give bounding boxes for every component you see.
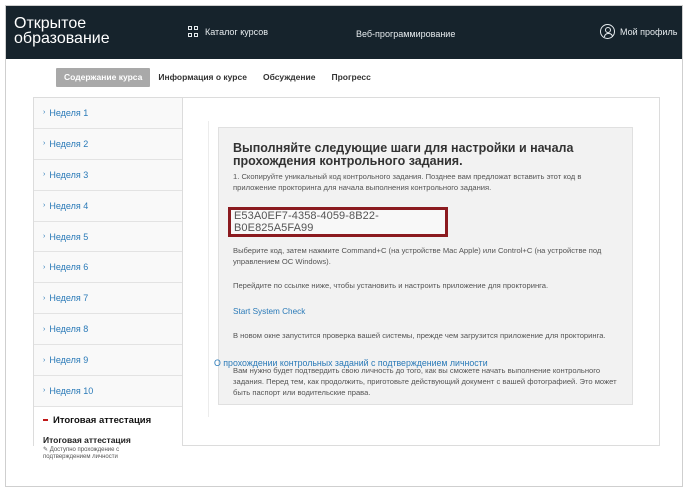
sidebar-item-week-6[interactable]: › Неделя 6 <box>34 252 182 284</box>
system-check-note: В новом окне запустится проверка вашей с… <box>233 331 606 340</box>
week-label: Неделя 7 <box>49 293 89 304</box>
logo-line-2: образование <box>14 30 110 47</box>
week-label: Неделя 1 <box>49 107 89 118</box>
week-label: Неделя 2 <box>49 138 89 149</box>
course-outline-sidebar: › Неделя 1 › Неделя 2 › Неделя 3 › Неделя 4 … <box>34 98 183 462</box>
week-label: Неделя 6 <box>49 262 89 273</box>
start-system-check-link[interactable]: Start System Check <box>233 306 617 317</box>
profile-label: Мой профиль <box>620 26 678 37</box>
final-assessment-heading[interactable]: Итоговая аттестация <box>43 415 173 426</box>
exam-code-box[interactable]: E53A0EF7-4358-4059-8B22-B0E825A5FA99 <box>228 207 448 237</box>
course-title: Веб-программирование <box>356 29 456 39</box>
final-note-text: Доступно прохождение с подтверждением ли… <box>43 446 120 461</box>
page-frame: Открытое образование Каталог курсов Веб-… <box>5 5 683 487</box>
tab-course-info[interactable]: Информация о курсе <box>150 68 255 87</box>
week-label: Неделя 9 <box>49 355 89 366</box>
week-label: Неделя 5 <box>49 231 89 242</box>
top-navbar: Открытое образование Каталог курсов Веб-… <box>6 6 682 59</box>
chevron-right-icon: › <box>43 109 46 117</box>
tab-course-content[interactable]: Содержание курса <box>56 68 151 87</box>
sidebar-item-week-5[interactable]: › Неделя 5 <box>34 221 182 253</box>
copy-hint-text: Выберите код, затем нажмите Command+C (н… <box>233 246 602 266</box>
sidebar-item-week-9[interactable]: › Неделя 9 <box>34 345 182 377</box>
edit-icon: ✎ <box>43 446 50 453</box>
main-content: Выполняйте следующие шаги для настройки … <box>184 98 659 445</box>
course-tabs: Содержание курса Информация о курсе Обсу… <box>56 68 379 87</box>
identity-note: Вам нужно будет подтвердить свою личност… <box>233 366 617 397</box>
week-label: Неделя 4 <box>49 200 89 211</box>
sidebar-item-week-1[interactable]: › Неделя 1 <box>34 98 182 129</box>
sidebar-item-week-8[interactable]: › Неделя 8 <box>34 314 182 346</box>
chevron-right-icon: › <box>43 263 46 271</box>
content-panel: › Неделя 1 › Неделя 2 › Неделя 3 › Неделя 4 … <box>33 97 660 462</box>
chevron-right-icon: › <box>43 202 46 210</box>
chevron-right-icon: › <box>43 171 46 179</box>
sidebar-item-week-4[interactable]: › Неделя 4 <box>34 190 182 222</box>
chevron-right-icon: › <box>43 325 46 333</box>
tab-discussion[interactable]: Обсуждение <box>255 68 324 87</box>
exam-code[interactable]: E53A0EF7-4358-4059-8B22-B0E825A5FA99 <box>234 210 445 234</box>
user-icon <box>600 24 615 39</box>
tab-progress[interactable]: Прогресс <box>324 68 379 87</box>
final-assessment-section: Итоговая аттестация Итоговая аттестация … <box>34 406 182 462</box>
sidebar-item-week-3[interactable]: › Неделя 3 <box>34 159 182 191</box>
chevron-right-icon: › <box>43 233 46 240</box>
expanded-marker-icon <box>43 419 48 422</box>
final-assessment-note: ✎ Доступно прохождение с подтверждением … <box>43 447 153 462</box>
grid-icon <box>188 26 199 37</box>
final-heading-label: Итоговая аттестация <box>53 414 152 426</box>
site-logo[interactable]: Открытое образование <box>14 16 110 47</box>
proctored-exams-info-link[interactable]: О прохождении контрольных заданий с подт… <box>214 358 488 368</box>
profile-link[interactable]: Мой профиль <box>600 24 677 39</box>
sidebar-item-week-7[interactable]: › Неделя 7 <box>34 283 182 315</box>
chevron-right-icon: › <box>43 356 46 364</box>
chevron-right-icon: › <box>43 294 46 302</box>
divider <box>208 121 209 417</box>
week-label: Неделя 10 <box>49 385 94 396</box>
catalog-label: Каталог курсов <box>205 26 269 37</box>
sidebar-item-week-10[interactable]: › Неделя 10 <box>34 376 182 407</box>
week-label: Неделя 8 <box>49 324 89 335</box>
week-label: Неделя 3 <box>49 169 89 180</box>
sidebar-item-final-assessment[interactable]: Итоговая аттестация <box>43 435 173 445</box>
chevron-right-icon: › <box>43 140 46 148</box>
instructions-title: Выполняйте следующие шаги для настройки … <box>233 141 574 168</box>
step-1-text: 1. Скопируйте уникальный код контрольног… <box>233 172 582 192</box>
catalog-link[interactable]: Каталог курсов <box>188 26 268 37</box>
chevron-right-icon: › <box>43 387 46 395</box>
install-hint-text: Перейдите по ссылке ниже, чтобы установи… <box>233 281 549 290</box>
sidebar-item-week-2[interactable]: › Неделя 2 <box>34 128 182 160</box>
